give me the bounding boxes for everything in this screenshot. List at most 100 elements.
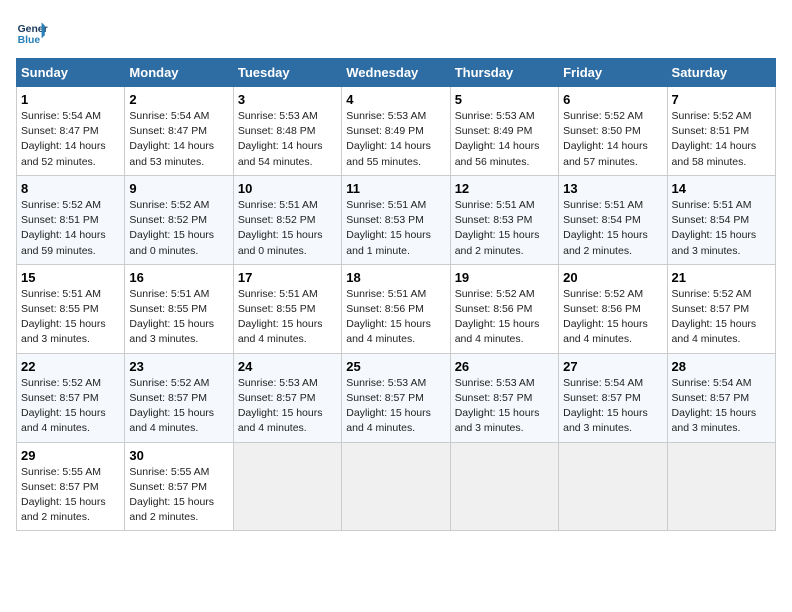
day-number: 8 [21, 181, 120, 196]
calendar-week-3: 15 Sunrise: 5:51 AMSunset: 8:55 PMDayligh… [17, 264, 776, 353]
day-number: 14 [672, 181, 771, 196]
logo-icon: General Blue [16, 16, 48, 48]
svg-text:Blue: Blue [18, 35, 41, 46]
calendar-cell [450, 442, 558, 531]
day-info: Sunrise: 5:51 AMSunset: 8:53 PMDaylight:… [455, 198, 554, 259]
calendar-cell: 6Sunrise: 5:52 AMSunset: 8:50 PMDaylight… [559, 87, 667, 176]
calendar-cell: 7 Sunrise: 5:52 AMSunset: 8:51 PMDaylight… [667, 87, 775, 176]
calendar-cell: 25 Sunrise: 5:53 AMSunset: 8:57 PMDayligh… [342, 353, 450, 442]
day-number: 11 [346, 181, 445, 196]
day-number: 21 [672, 270, 771, 285]
day-number: 5 [455, 92, 554, 107]
page-header: General Blue [16, 16, 776, 48]
day-info: Sunrise: 5:51 AMSunset: 8:52 PMDaylight:… [238, 198, 337, 259]
calendar-cell: 5 Sunrise: 5:53 AMSunset: 8:49 PMDaylight… [450, 87, 558, 176]
day-info: Sunrise: 5:51 AMSunset: 8:55 PMDaylight:… [129, 287, 228, 348]
calendar-cell: 22 Sunrise: 5:52 AMSunset: 8:57 PMDayligh… [17, 353, 125, 442]
calendar-cell [559, 442, 667, 531]
day-number: 7 [672, 92, 771, 107]
logo: General Blue [16, 16, 54, 48]
day-info: Sunrise: 5:52 AMSunset: 8:57 PMDaylight:… [672, 287, 771, 348]
calendar-week-5: 29 Sunrise: 5:55 AMSunset: 8:57 PMDayligh… [17, 442, 776, 531]
day-info: Sunrise: 5:51 AMSunset: 8:55 PMDaylight:… [21, 287, 120, 348]
col-header-saturday: Saturday [667, 59, 775, 87]
calendar-cell [342, 442, 450, 531]
day-info: Sunrise: 5:53 AMSunset: 8:49 PMDaylight:… [346, 109, 445, 170]
day-info: Sunrise: 5:54 AMSunset: 8:57 PMDaylight:… [672, 376, 771, 437]
day-info: Sunrise: 5:51 AMSunset: 8:54 PMDaylight:… [563, 198, 662, 259]
calendar-week-2: 8 Sunrise: 5:52 AMSunset: 8:51 PMDaylight… [17, 175, 776, 264]
calendar-cell: 21 Sunrise: 5:52 AMSunset: 8:57 PMDayligh… [667, 264, 775, 353]
day-number: 27 [563, 359, 662, 374]
day-info: Sunrise: 5:52 AMSunset: 8:57 PMDaylight:… [129, 376, 228, 437]
day-number: 3 [238, 92, 337, 107]
calendar-cell: 12 Sunrise: 5:51 AMSunset: 8:53 PMDayligh… [450, 175, 558, 264]
col-header-thursday: Thursday [450, 59, 558, 87]
day-number: 6 [563, 92, 662, 107]
day-number: 9 [129, 181, 228, 196]
day-info: Sunrise: 5:53 AMSunset: 8:57 PMDaylight:… [455, 376, 554, 437]
day-number: 1 [21, 92, 120, 107]
day-info: Sunrise: 5:52 AMSunset: 8:52 PMDaylight:… [129, 198, 228, 259]
calendar-cell [233, 442, 341, 531]
col-header-tuesday: Tuesday [233, 59, 341, 87]
day-info: Sunrise: 5:55 AMSunset: 8:57 PMDaylight:… [129, 465, 228, 526]
day-info: Sunrise: 5:52 AMSunset: 8:51 PMDaylight:… [672, 109, 771, 170]
day-info: Sunrise: 5:51 AMSunset: 8:56 PMDaylight:… [346, 287, 445, 348]
day-number: 19 [455, 270, 554, 285]
day-info: Sunrise: 5:52 AMSunset: 8:56 PMDaylight:… [455, 287, 554, 348]
calendar-cell: 8 Sunrise: 5:52 AMSunset: 8:51 PMDaylight… [17, 175, 125, 264]
day-number: 18 [346, 270, 445, 285]
calendar-cell: 11 Sunrise: 5:51 AMSunset: 8:53 PMDayligh… [342, 175, 450, 264]
calendar-cell: 28 Sunrise: 5:54 AMSunset: 8:57 PMDayligh… [667, 353, 775, 442]
day-number: 2 [129, 92, 228, 107]
day-number: 20 [563, 270, 662, 285]
day-number: 13 [563, 181, 662, 196]
calendar-cell: 15 Sunrise: 5:51 AMSunset: 8:55 PMDayligh… [17, 264, 125, 353]
calendar-table: SundayMondayTuesdayWednesdayThursdayFrid… [16, 58, 776, 531]
day-number: 15 [21, 270, 120, 285]
day-info: Sunrise: 5:54 AMSunset: 8:57 PMDaylight:… [563, 376, 662, 437]
day-number: 23 [129, 359, 228, 374]
day-info: Sunrise: 5:53 AMSunset: 8:57 PMDaylight:… [346, 376, 445, 437]
calendar-week-4: 22 Sunrise: 5:52 AMSunset: 8:57 PMDayligh… [17, 353, 776, 442]
day-number: 4 [346, 92, 445, 107]
day-number: 25 [346, 359, 445, 374]
day-info: Sunrise: 5:52 AMSunset: 8:57 PMDaylight:… [21, 376, 120, 437]
col-header-monday: Monday [125, 59, 233, 87]
calendar-cell: 19 Sunrise: 5:52 AMSunset: 8:56 PMDayligh… [450, 264, 558, 353]
calendar-cell: 1 Sunrise: 5:54 AMSunset: 8:47 PMDaylight… [17, 87, 125, 176]
calendar-cell: 9 Sunrise: 5:52 AMSunset: 8:52 PMDaylight… [125, 175, 233, 264]
calendar-cell: 14 Sunrise: 5:51 AMSunset: 8:54 PMDayligh… [667, 175, 775, 264]
day-info: Sunrise: 5:53 AMSunset: 8:48 PMDaylight:… [238, 109, 337, 170]
calendar-cell: 26 Sunrise: 5:53 AMSunset: 8:57 PMDayligh… [450, 353, 558, 442]
calendar-cell: 30Sunrise: 5:55 AMSunset: 8:57 PMDayligh… [125, 442, 233, 531]
calendar-cell [667, 442, 775, 531]
day-number: 28 [672, 359, 771, 374]
calendar-week-1: 1 Sunrise: 5:54 AMSunset: 8:47 PMDaylight… [17, 87, 776, 176]
calendar-cell: 10Sunrise: 5:51 AMSunset: 8:52 PMDayligh… [233, 175, 341, 264]
calendar-cell: 13 Sunrise: 5:51 AMSunset: 8:54 PMDayligh… [559, 175, 667, 264]
day-info: Sunrise: 5:51 AMSunset: 8:55 PMDaylight:… [238, 287, 337, 348]
calendar-cell: 16Sunrise: 5:51 AMSunset: 8:55 PMDayligh… [125, 264, 233, 353]
day-info: Sunrise: 5:54 AMSunset: 8:47 PMDaylight:… [129, 109, 228, 170]
col-header-sunday: Sunday [17, 59, 125, 87]
col-header-wednesday: Wednesday [342, 59, 450, 87]
day-number: 26 [455, 359, 554, 374]
calendar-cell: 17Sunrise: 5:51 AMSunset: 8:55 PMDayligh… [233, 264, 341, 353]
day-number: 24 [238, 359, 337, 374]
day-info: Sunrise: 5:54 AMSunset: 8:47 PMDaylight:… [21, 109, 120, 170]
calendar-cell: 20 Sunrise: 5:52 AMSunset: 8:56 PMDayligh… [559, 264, 667, 353]
day-number: 22 [21, 359, 120, 374]
day-info: Sunrise: 5:52 AMSunset: 8:56 PMDaylight:… [563, 287, 662, 348]
day-info: Sunrise: 5:52 AMSunset: 8:51 PMDaylight:… [21, 198, 120, 259]
calendar-cell: 24 Sunrise: 5:53 AMSunset: 8:57 PMDayligh… [233, 353, 341, 442]
day-info: Sunrise: 5:53 AMSunset: 8:49 PMDaylight:… [455, 109, 554, 170]
col-header-friday: Friday [559, 59, 667, 87]
day-number: 29 [21, 448, 120, 463]
day-info: Sunrise: 5:51 AMSunset: 8:53 PMDaylight:… [346, 198, 445, 259]
calendar-cell: 2 Sunrise: 5:54 AMSunset: 8:47 PMDaylight… [125, 87, 233, 176]
day-number: 12 [455, 181, 554, 196]
day-info: Sunrise: 5:51 AMSunset: 8:54 PMDaylight:… [672, 198, 771, 259]
day-info: Sunrise: 5:53 AMSunset: 8:57 PMDaylight:… [238, 376, 337, 437]
